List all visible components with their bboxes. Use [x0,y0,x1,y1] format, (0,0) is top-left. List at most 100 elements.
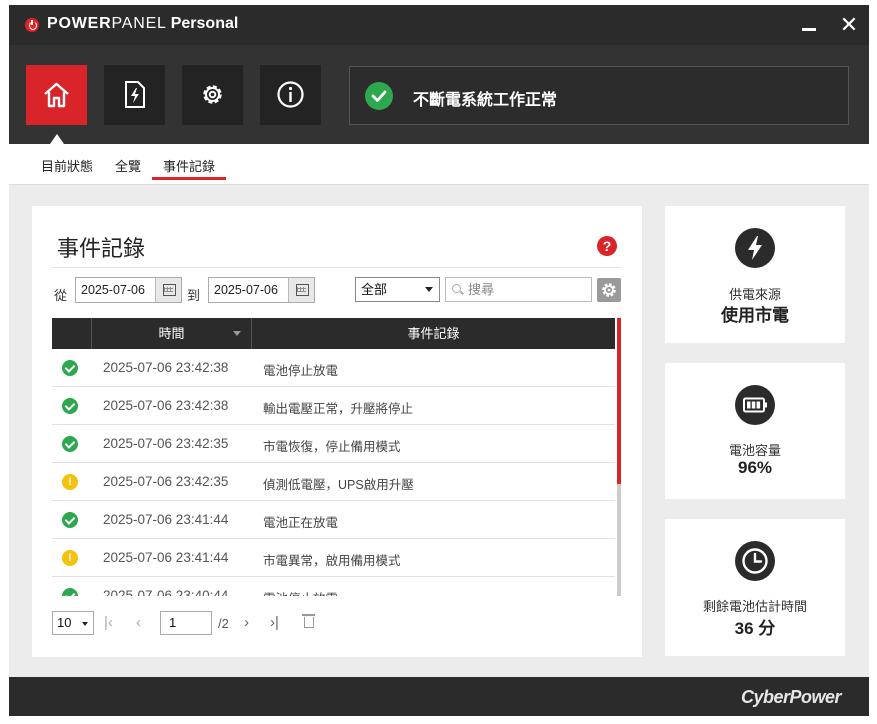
power-logo-icon [25,18,39,32]
event-description: 電池正在放電 [263,516,339,530]
page-number-input[interactable]: 1 [160,611,212,635]
from-date-field[interactable]: 2025-07-06 [75,277,182,303]
battery-icon [735,385,775,425]
table-row[interactable]: 2025-07-06 23:41:44 電池正在放電 [52,501,615,539]
warning-icon: ! [62,550,78,566]
tab-overview[interactable]: 全覽 [115,156,141,175]
chevron-down-icon [82,622,88,626]
column-status [52,318,91,349]
home-button[interactable] [26,65,87,125]
to-date-field[interactable]: 2025-07-06 [208,277,315,303]
runtime-value: 36 分 [734,619,776,638]
event-time: 2025-07-06 23:40:44 [103,588,229,596]
status-ok-icon [62,588,78,596]
table-header: 時間 事件記錄 [52,318,615,349]
table-row[interactable]: ! 2025-07-06 23:41:44 市電異常，啟用備用模式 [52,539,615,577]
battery-capacity-value: 96% [737,458,773,477]
lightning-icon [735,228,775,268]
panel-title: 事件記錄 [57,236,146,261]
from-label: 從 [54,288,68,303]
close-button[interactable]: ✕ [837,13,861,37]
log-settings-button[interactable] [597,278,621,302]
clock-icon [735,541,775,581]
event-description: 輸出電壓正常，升壓將停止 [263,402,414,416]
home-icon [44,82,69,108]
warning-icon: ! [62,474,78,490]
divider [52,267,622,268]
table-body: 2025-07-06 23:42:38 電池停止放電 2025-07-06 23:4… [52,349,615,596]
page-size-value: 10 [57,615,72,630]
app-window: POWERPANEL Personal ✕ 不斷電系統工作正常 目前狀態 全覽 … [9,5,869,716]
event-time: 2025-07-06 23:42:38 [103,360,229,375]
help-icon[interactable]: ? [597,236,617,256]
footer-bar: CyberPower [9,677,869,716]
column-event[interactable]: 事件記錄 [251,318,615,349]
delete-log-icon[interactable] [302,614,315,628]
ups-status-banner: 不斷電系統工作正常 [349,66,849,125]
to-date-value: 2025-07-06 [214,283,278,297]
table-row[interactable]: 2025-07-06 23:42:38 輸出電壓正常，升壓將停止 [52,387,615,425]
power-source-value: 使用市電 [721,306,789,325]
event-description: 電池停止放電 [263,588,338,596]
info-icon [277,81,304,108]
calendar-icon[interactable] [288,278,314,302]
runtime-card: 剩餘電池估計時間 36 分 [665,519,845,656]
status-ok-icon [62,398,78,414]
sort-icon [233,331,241,336]
event-description: 電池停止放電 [263,364,339,378]
event-description: 偵測低電壓，UPS啟用升壓 [263,478,414,492]
scrollbar-thumb[interactable] [617,318,621,484]
title-bar[interactable]: POWERPANEL Personal ✕ [9,5,869,45]
event-time: 2025-07-06 23:41:44 [103,512,229,527]
page-total: /2 [218,616,229,631]
event-description: 市電恢復，停止備用模式 [263,440,401,454]
previous-page-button[interactable]: ‹ [136,614,141,631]
event-time: 2025-07-06 23:41:44 [103,550,229,565]
power-source-card: 供電來源 使用市電 [665,206,845,343]
cyberpower-logo: CyberPower [740,687,842,707]
page-size-select[interactable]: 10 [52,611,94,635]
runtime-caption: 剩餘電池估計時間 [702,599,807,614]
from-date-value: 2025-07-06 [81,283,145,297]
gear-icon [602,283,616,297]
status-ok-icon [62,360,78,376]
battery-capacity-card: 電池容量 96% [665,363,845,499]
energy-report-button[interactable] [104,65,165,125]
active-tab-caret [50,134,64,144]
event-time: 2025-07-06 23:42:35 [103,436,229,451]
sub-tabs: 目前狀態 全覽 事件記錄 [9,144,869,185]
settings-button[interactable] [182,65,243,125]
calendar-icon[interactable] [155,278,181,302]
chevron-down-icon [425,287,433,292]
status-text: 不斷電系統工作正常 [413,92,558,109]
tab-current-status[interactable]: 目前狀態 [41,156,93,175]
gear-icon [203,85,222,104]
search-icon [452,284,461,293]
battery-capacity-caption: 電池容量 [728,443,781,458]
next-page-button[interactable]: › [244,614,249,631]
event-time: 2025-07-06 23:42:38 [103,398,229,413]
search-placeholder: 搜尋 [468,282,495,297]
table-row[interactable]: 2025-07-06 23:40:44 電池停止放電 [52,577,615,596]
table-row[interactable]: 2025-07-06 23:42:38 電池停止放電 [52,349,615,387]
last-page-button[interactable]: ›| [270,614,279,631]
event-description: 市電異常，啟用備用模式 [263,554,401,568]
event-log-panel: 事件記錄 ? 從 2025-07-06 到 2025-07-06 全部 搜尋 時… [32,206,642,657]
table-row[interactable]: 2025-07-06 23:42:35 市電恢復，停止備用模式 [52,425,615,463]
info-button[interactable] [260,65,321,125]
column-time[interactable]: 時間 [91,318,251,349]
minimize-button[interactable] [797,13,821,37]
app-title: POWERPANEL Personal [47,15,239,32]
table-row[interactable]: ! 2025-07-06 23:42:35 偵測低電壓，UPS啟用升壓 [52,463,615,501]
event-table: 時間 事件記錄 2025-07-06 23:42:38 電池停止放電 2025-07… [52,318,621,596]
search-input[interactable]: 搜尋 [445,277,592,302]
event-filter-select[interactable]: 全部 [355,277,440,302]
tab-event-log[interactable]: 事件記錄 [163,156,215,175]
selected-tab-indicator [152,177,226,180]
to-label: 到 [187,288,201,303]
first-page-button[interactable]: |‹ [104,614,113,631]
status-ok-icon [62,436,78,452]
status-ok-icon [62,512,78,528]
energy-report-icon [125,81,145,108]
filter-value: 全部 [361,282,388,297]
